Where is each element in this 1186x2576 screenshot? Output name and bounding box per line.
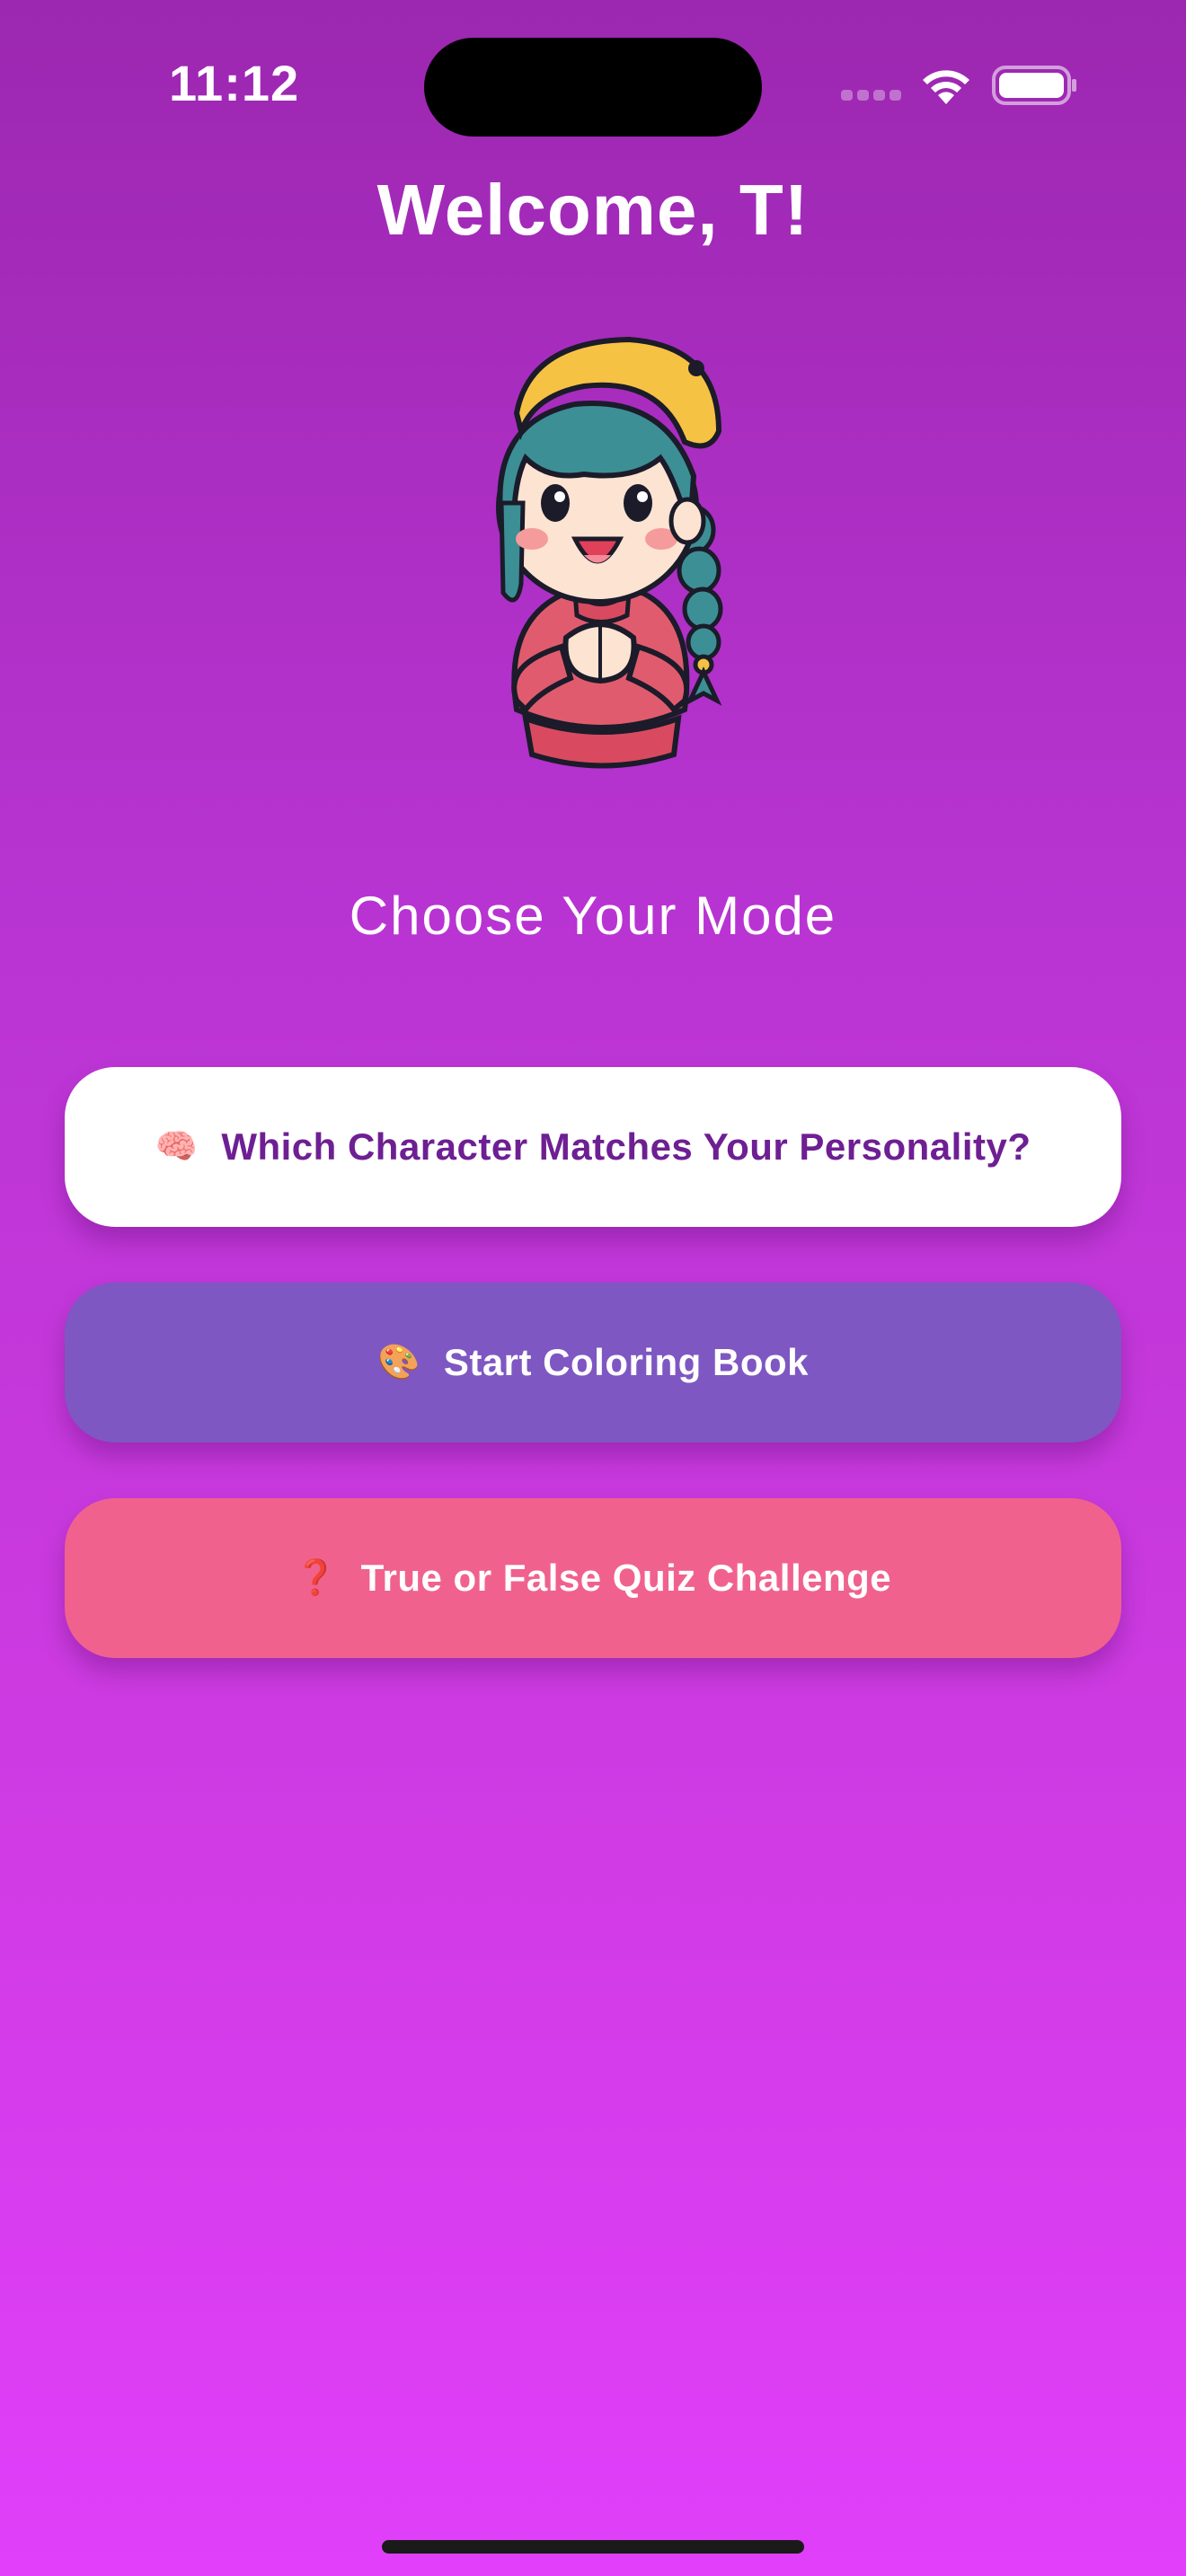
dynamic-island	[424, 38, 762, 137]
battery-icon	[992, 66, 1076, 105]
coloring-book-label: Start Coloring Book	[443, 1341, 809, 1383]
home-indicator[interactable]	[382, 2540, 804, 2554]
cellular-signal-icon	[841, 90, 902, 102]
home-screen: 11:12 Welcome, T! Choose Your Mode 🧠 Whi…	[0, 0, 1186, 2576]
palette-icon: 🎨	[377, 1344, 420, 1381]
personality-quiz-button[interactable]: 🧠 Which Character Matches Your Personali…	[65, 1067, 1121, 1227]
true-false-quiz-button[interactable]: ❓ True or False Quiz Challenge	[65, 1498, 1121, 1658]
true-false-quiz-label: True or False Quiz Challenge	[360, 1557, 892, 1599]
question-mark-icon: ❓	[294, 1559, 338, 1597]
girl-character-illustration	[496, 336, 723, 769]
choose-mode-heading: Choose Your Mode	[349, 886, 837, 946]
welcome-title: Welcome, T!	[376, 170, 810, 250]
personality-quiz-label: Which Character Matches Your Personality…	[221, 1125, 1031, 1168]
wifi-icon	[923, 70, 969, 104]
brain-icon: 🧠	[155, 1128, 199, 1166]
status-time: 11:12	[169, 55, 300, 111]
coloring-book-button[interactable]: 🎨 Start Coloring Book	[65, 1283, 1121, 1442]
